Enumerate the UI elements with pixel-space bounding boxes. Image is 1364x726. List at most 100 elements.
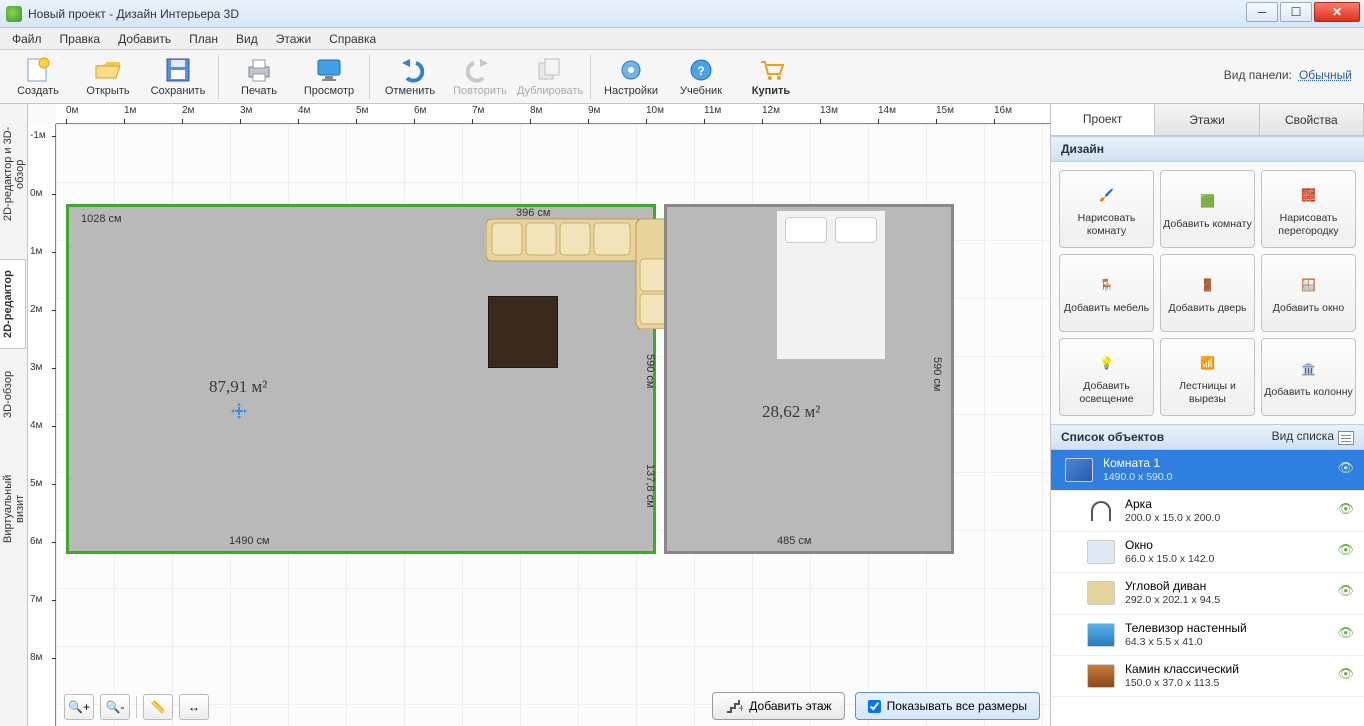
- preview-button[interactable]: Просмотр: [297, 52, 361, 102]
- chair-icon: 🪑: [1092, 271, 1122, 299]
- card-draw-wall[interactable]: 🧱Нарисовать перегородку: [1261, 170, 1356, 248]
- app-icon: [6, 6, 22, 22]
- design-header: Дизайн: [1051, 136, 1364, 162]
- redo-icon: [466, 57, 494, 83]
- buy-button[interactable]: Купить: [739, 52, 803, 102]
- floor-plan-canvas[interactable]: 1028 см 1490 см 87,91 м² 396 см: [56, 124, 1050, 726]
- object-list: Комната 11490.0 x 590.0 👁 Арка200.0 x 15…: [1051, 450, 1364, 726]
- visibility-icon[interactable]: 👁: [1337, 542, 1354, 558]
- pan-button[interactable]: ↔: [179, 694, 209, 720]
- add-floor-button[interactable]: + Добавить этаж: [712, 692, 844, 720]
- list-mode[interactable]: Вид списка: [1272, 429, 1354, 444]
- object-item-window[interactable]: Окно66.0 x 15.0 x 142.0 👁: [1051, 532, 1364, 573]
- title-bar: Новый проект - Дизайн Интерьера 3D ─ ☐ ✕: [0, 0, 1364, 28]
- object-item-room1[interactable]: Комната 11490.0 x 590.0 👁: [1051, 450, 1364, 491]
- visibility-icon[interactable]: 👁: [1337, 666, 1354, 682]
- pencil-room-icon: 🖌️: [1092, 181, 1122, 209]
- object-item-arch[interactable]: Арка200.0 x 15.0 x 200.0 👁: [1051, 491, 1364, 532]
- undo-button[interactable]: Отменить: [378, 52, 442, 102]
- visibility-icon[interactable]: 👁: [1337, 583, 1354, 599]
- right-panel: Проект Этажи Свойства Дизайн 🖌️Нарисоват…: [1050, 104, 1364, 726]
- menu-add[interactable]: Добавить: [110, 29, 179, 49]
- close-button[interactable]: ✕: [1314, 2, 1360, 22]
- card-add-room[interactable]: 🟩Добавить комнату: [1160, 170, 1255, 248]
- object-item-sofa[interactable]: Угловой диван292.0 x 202.1 x 94.5 👁: [1051, 573, 1364, 614]
- room-thumb-icon: [1065, 458, 1093, 482]
- monitor-icon: [315, 57, 343, 83]
- tab-2d-3d[interactable]: 2D-редактор и 3D-обзор: [0, 104, 26, 244]
- zoom-out-button[interactable]: 🔍-: [100, 694, 130, 720]
- main-toolbar: Создать Открыть Сохранить Печать Просмот…: [0, 50, 1364, 104]
- canvas-right-buttons: + Добавить этаж Показывать все размеры: [712, 692, 1040, 720]
- menu-floors[interactable]: Этажи: [268, 29, 319, 49]
- printer-icon: [245, 57, 273, 83]
- object-item-fireplace[interactable]: Камин классический150.0 x 37.0 x 113.5 👁: [1051, 656, 1364, 697]
- floppy-icon: [164, 57, 192, 83]
- canvas-area: 0м1м2м3м4м5м6м7м8м9м10м11м12м13м14м15м16…: [28, 104, 1050, 726]
- door-icon: 🚪: [1193, 271, 1223, 299]
- folder-open-icon: [94, 57, 122, 83]
- card-stairs-cutouts[interactable]: 📶Лестницы и вырезы: [1160, 338, 1255, 416]
- card-add-door[interactable]: 🚪Добавить дверь: [1160, 254, 1255, 332]
- bulb-icon: 💡: [1092, 349, 1122, 377]
- sofa-thumb-icon: [1087, 581, 1115, 605]
- print-button[interactable]: Печать: [227, 52, 291, 102]
- panel-mode-link[interactable]: Обычный: [1299, 68, 1352, 82]
- brick-wall-icon: 🧱: [1294, 181, 1324, 209]
- room1-area: 87,91 м²: [209, 377, 267, 397]
- tutorial-button[interactable]: ? Учебник: [669, 52, 733, 102]
- card-add-window[interactable]: 🪟Добавить окно: [1261, 254, 1356, 332]
- right-tabs: Проект Этажи Свойства: [1051, 104, 1364, 136]
- menu-file[interactable]: Файл: [4, 29, 50, 49]
- cart-icon: [757, 57, 785, 83]
- menu-view[interactable]: Вид: [228, 29, 266, 49]
- move-handle-icon[interactable]: [231, 403, 247, 419]
- redo-button[interactable]: Повторить: [448, 52, 512, 102]
- object-item-tv[interactable]: Телевизор настенный64.3 x 5.5 x 41.0 👁: [1051, 615, 1364, 656]
- settings-button[interactable]: Настройки: [599, 52, 663, 102]
- new-file-icon: [24, 57, 52, 83]
- duplicate-button[interactable]: Дублировать: [518, 52, 582, 102]
- visibility-icon[interactable]: 👁: [1337, 460, 1354, 476]
- menu-help[interactable]: Справка: [321, 29, 384, 49]
- menu-bar: Файл Правка Добавить План Вид Этажи Спра…: [0, 28, 1364, 50]
- show-sizes-checkbox[interactable]: [868, 700, 881, 713]
- svg-text:?: ?: [697, 64, 704, 78]
- help-icon: ?: [687, 57, 715, 83]
- list-icon: [1338, 431, 1354, 445]
- sofa-dim: 396 см: [516, 207, 550, 219]
- measure-button[interactable]: 📏: [143, 694, 173, 720]
- tab-floors[interactable]: Этажи: [1155, 104, 1259, 135]
- tab-3d-view[interactable]: 3D-обзор: [0, 359, 26, 429]
- create-button[interactable]: Создать: [6, 52, 70, 102]
- svg-text:+: +: [738, 701, 743, 714]
- tab-2d-editor[interactable]: 2D-редактор: [0, 259, 26, 349]
- window-icon: 🪟: [1294, 271, 1324, 299]
- room1-top-dim: 1028 см: [81, 213, 122, 225]
- minimize-button[interactable]: ─: [1246, 2, 1278, 22]
- save-button[interactable]: Сохранить: [146, 52, 210, 102]
- visibility-icon[interactable]: 👁: [1337, 501, 1354, 517]
- tab-virtual-visit[interactable]: Виртуальный визит: [0, 449, 26, 569]
- window-controls: ─ ☐ ✕: [1244, 2, 1360, 22]
- card-draw-room[interactable]: 🖌️Нарисовать комнату: [1059, 170, 1154, 248]
- door-height-dim: 137,8 см: [644, 464, 656, 508]
- gear-icon: [617, 57, 645, 83]
- tab-properties[interactable]: Свойства: [1260, 104, 1364, 135]
- visibility-icon[interactable]: 👁: [1337, 625, 1354, 641]
- tv-thumb-icon: [1087, 623, 1115, 647]
- card-add-furniture[interactable]: 🪑Добавить мебель: [1059, 254, 1154, 332]
- open-button[interactable]: Открыть: [76, 52, 140, 102]
- zoom-in-button[interactable]: 🔍+: [64, 694, 94, 720]
- show-all-sizes-button[interactable]: Показывать все размеры: [855, 692, 1040, 720]
- stairs-icon: 📶: [1193, 349, 1223, 377]
- bed[interactable]: [776, 210, 886, 360]
- menu-edit[interactable]: Правка: [52, 29, 109, 49]
- tab-project[interactable]: Проект: [1051, 104, 1155, 135]
- card-add-light[interactable]: 💡Добавить освещение: [1059, 338, 1154, 416]
- wall-tv[interactable]: [488, 296, 558, 368]
- window-title: Новый проект - Дизайн Интерьера 3D: [28, 7, 239, 21]
- maximize-button[interactable]: ☐: [1280, 2, 1312, 22]
- card-add-column[interactable]: 🏛️Добавить колонну: [1261, 338, 1356, 416]
- menu-plan[interactable]: План: [181, 29, 226, 49]
